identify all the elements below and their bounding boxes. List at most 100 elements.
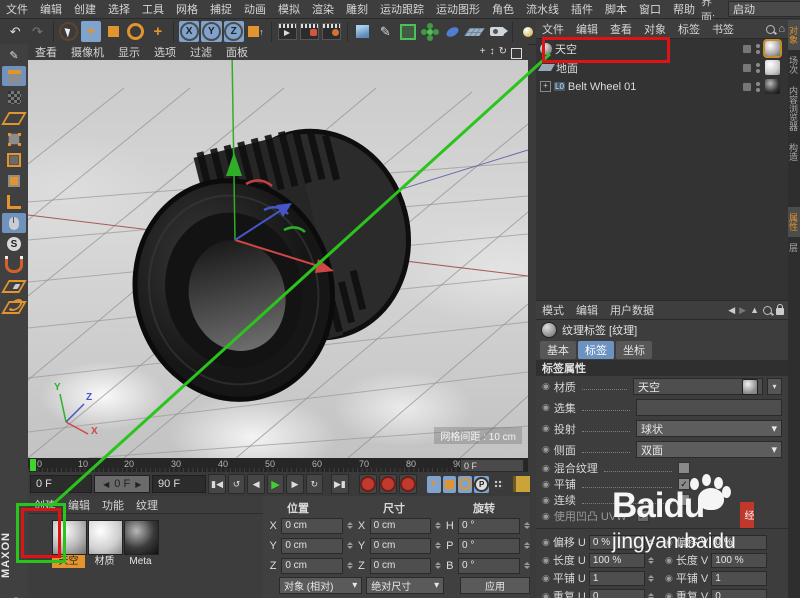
menu-snap[interactable]: 捕捉	[204, 1, 238, 17]
render-settings-button[interactable]	[322, 21, 342, 42]
pos-x-stepper[interactable]	[347, 520, 353, 532]
length-v-field[interactable]: 100 %	[711, 553, 767, 568]
tile-checkbox[interactable]: ✓	[678, 478, 690, 490]
play-button[interactable]: ▶	[267, 474, 284, 494]
tiles-v-field[interactable]: 1	[711, 571, 767, 586]
redo-button[interactable]: ↷	[27, 21, 47, 42]
timeline-ruler[interactable]: 0 10 20 30 40 50 60 70 80 90	[28, 458, 464, 472]
repeat-u-field[interactable]: 0	[589, 589, 645, 598]
workplane-mode-button[interactable]	[2, 108, 26, 128]
layer-dot[interactable]	[743, 64, 751, 72]
rot-h-field[interactable]: 0 °	[458, 518, 520, 534]
key-scale-toggle[interactable]	[443, 476, 457, 493]
menu-plugins[interactable]: 插件	[565, 1, 599, 17]
pos-y-stepper[interactable]	[347, 540, 353, 552]
projection-select[interactable]: 球状 ▾	[636, 420, 782, 437]
offset-u-field[interactable]: 0 %	[589, 535, 645, 550]
select-tool-button[interactable]	[59, 21, 79, 42]
maximize-icon[interactable]	[511, 48, 522, 59]
goto-end-button[interactable]: ▶▮	[331, 474, 348, 494]
tab-content-browser[interactable]: 内容浏览器	[788, 80, 800, 137]
om-menu-objects[interactable]: 对象	[638, 21, 672, 37]
rot-h-stepper[interactable]	[524, 520, 530, 532]
snap-s-button[interactable]: S	[2, 234, 26, 254]
rot-b-stepper[interactable]	[524, 560, 530, 572]
vp-menu-options[interactable]: 选项	[147, 44, 183, 60]
tab-attributes[interactable]: 属性	[788, 207, 800, 237]
expand-icon[interactable]: +	[540, 81, 551, 92]
attr-menu-mode[interactable]: 模式	[536, 302, 570, 318]
viewport[interactable]: 查看 摄像机 显示 选项 过滤 面板 + ↕ ↻ Y Z X 网格间距 : 10	[28, 44, 528, 458]
om-menu-file[interactable]: 文件	[536, 21, 570, 37]
key-circle-icon[interactable]: ◉	[542, 573, 550, 584]
white-material-thumbnail[interactable]	[88, 520, 123, 555]
interface-dropdown[interactable]: 启动 ▾	[728, 1, 800, 17]
rot-p-field[interactable]: 0 °	[458, 538, 520, 554]
lock-workplane-button[interactable]	[2, 276, 26, 296]
material-picker-button[interactable]: ▾	[767, 378, 782, 395]
end-frame-field[interactable]: 90 F	[152, 475, 206, 493]
move-tool-button[interactable]: +	[81, 21, 101, 42]
add-camera-button[interactable]	[487, 21, 507, 42]
key-circle-icon[interactable]: ◉	[542, 591, 550, 598]
material-default[interactable]: 材质	[88, 520, 121, 568]
tab-objects[interactable]: 对象	[788, 20, 800, 50]
object-row-belt-wheel[interactable]: + L0 Belt Wheel 01	[536, 77, 788, 96]
mix-textures-checkbox[interactable]	[678, 462, 690, 474]
attr-menu-userdata[interactable]: 用户数据	[604, 302, 660, 318]
record-key-button[interactable]	[359, 474, 377, 494]
om-menu-edit[interactable]: 编辑	[570, 21, 604, 37]
menu-edit[interactable]: 编辑	[34, 1, 68, 17]
offset-v-field[interactable]: 0 %	[711, 535, 767, 550]
undo-button[interactable]: ↶	[5, 21, 25, 42]
model-mode-button[interactable]	[2, 66, 26, 86]
menu-pipeline[interactable]: 流水线	[520, 1, 565, 17]
timeline-window-button[interactable]	[513, 476, 530, 493]
keyframe-selection-button[interactable]	[399, 474, 417, 494]
history-back-icon[interactable]: ◀	[728, 305, 735, 316]
parent-icon[interactable]: ▲	[750, 305, 759, 315]
add-deformer-button[interactable]	[442, 21, 462, 42]
pos-y-field[interactable]: 0 cm	[281, 538, 343, 554]
layer-dot[interactable]	[743, 83, 751, 91]
timeline[interactable]: 0 10 20 30 40 50 60 70 80 90 0 F	[28, 458, 528, 473]
slider-left-icon[interactable]: ◀	[103, 480, 109, 489]
pos-z-stepper[interactable]	[347, 560, 353, 572]
menu-help[interactable]: 帮助	[667, 1, 701, 17]
add-spline-button[interactable]: ✎	[375, 21, 395, 42]
offset-u-stepper[interactable]	[648, 536, 655, 548]
key-circle-icon[interactable]: ◉	[665, 591, 673, 598]
mat-menu-texture[interactable]: 纹理	[130, 497, 164, 513]
texture-mode-button[interactable]	[2, 87, 26, 107]
vp-menu-display[interactable]: 显示	[111, 44, 147, 60]
prev-key-button[interactable]: ◀	[247, 474, 264, 494]
home-icon[interactable]: ⌂	[778, 23, 785, 35]
search-icon[interactable]	[763, 306, 772, 315]
snapping-button[interactable]	[2, 255, 26, 275]
next-key-button[interactable]: ▶	[286, 474, 303, 494]
tab-basic[interactable]: 基本	[540, 341, 576, 359]
lock-icon[interactable]	[776, 308, 784, 315]
repeat-v-field[interactable]: 0	[711, 589, 767, 598]
menu-motion-tracker[interactable]: 运动跟踪	[374, 1, 430, 17]
mograph-button[interactable]	[420, 21, 440, 42]
key-circle-icon[interactable]: ◉	[542, 402, 550, 413]
key-circle-icon[interactable]: ◉	[542, 423, 550, 434]
menu-window[interactable]: 窗口	[633, 1, 667, 17]
key-rotation-toggle[interactable]	[458, 476, 472, 493]
om-menu-view[interactable]: 查看	[604, 21, 638, 37]
menu-simulate[interactable]: 模拟	[272, 1, 306, 17]
vp-menu-view[interactable]: 查看	[28, 44, 64, 60]
menu-select[interactable]: 选择	[102, 1, 136, 17]
tiles-u-field[interactable]: 1	[589, 571, 645, 586]
material-link-field[interactable]: 天空	[633, 378, 763, 395]
slider-right-icon[interactable]: ▶	[135, 480, 141, 489]
menu-mograph[interactable]: 运动图形	[430, 1, 486, 17]
lock-y-axis-button[interactable]: Y	[201, 21, 221, 42]
belt-tag-thumbnail[interactable]	[765, 79, 780, 94]
vp-menu-filter[interactable]: 过滤	[183, 44, 219, 60]
playhead[interactable]	[30, 459, 36, 471]
key-circle-icon[interactable]: ◉	[542, 444, 550, 455]
menu-tools[interactable]: 工具	[136, 1, 170, 17]
key-position-toggle[interactable]: +	[427, 476, 441, 493]
